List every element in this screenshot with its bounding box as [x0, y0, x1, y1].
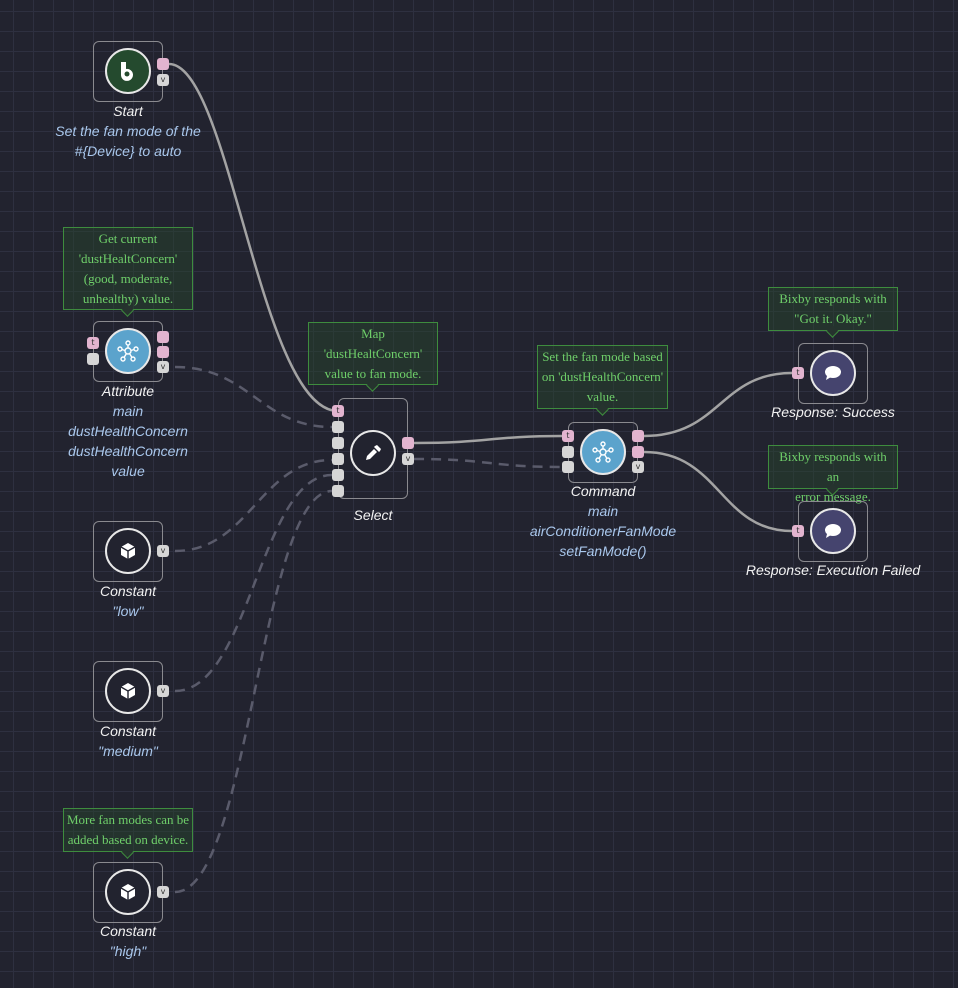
node-title: Response: Success — [771, 404, 895, 420]
high-note[interactable]: More fan modes can be added based on dev… — [63, 808, 193, 852]
start-label: Start Set the fan mode of the #{Device} … — [55, 101, 201, 161]
failed-trigger-in-port[interactable]: t — [792, 525, 804, 537]
command-node[interactable] — [568, 422, 638, 483]
start-trigger-out-port[interactable] — [157, 58, 169, 70]
node-title: Attribute — [101, 383, 155, 399]
node-title: Constant — [99, 923, 157, 939]
edge-select-command — [413, 434, 563, 445]
node-subtitle: dustHealthConcern — [68, 423, 188, 439]
select-label: Select — [354, 505, 393, 525]
attribute-node[interactable] — [93, 321, 163, 382]
command-note[interactable]: Set the fan mode based on 'dustHealthCon… — [537, 345, 668, 409]
command-failed-out-port[interactable] — [632, 446, 644, 458]
node-subtitle: setFanMode() — [559, 543, 647, 559]
node-subtitle: main — [587, 503, 619, 519]
select-value-in-port[interactable] — [332, 485, 344, 497]
low-value-out-port[interactable]: v — [157, 545, 169, 557]
attribute-trigger-out-port[interactable] — [157, 331, 169, 343]
node-subtitle: "medium" — [98, 743, 158, 759]
select-note[interactable]: Map 'dustHealtConcern' value to fan mode… — [308, 322, 438, 385]
speech-bubble-icon — [810, 350, 856, 396]
node-subtitle: main — [112, 403, 144, 419]
note-line: (good, moderate, — [83, 271, 173, 286]
constant-high-node[interactable] — [93, 862, 163, 923]
note-line: on 'dustHealthConcern' — [541, 369, 664, 384]
note-line: value to fan mode. — [324, 366, 422, 381]
command-value-out-port[interactable]: v — [632, 461, 644, 473]
node-subtitle: dustHealthConcern — [68, 443, 188, 459]
command-label: Command main airConditionerFanMode setFa… — [530, 481, 676, 561]
note-line: Bixby responds with an — [779, 449, 887, 484]
response-success-node[interactable] — [798, 343, 868, 404]
high-value-out-port[interactable]: v — [157, 886, 169, 898]
edge-select-command-value — [413, 457, 563, 469]
constant-low-label: Constant "low" — [100, 581, 156, 621]
node-title: Response: Execution Failed — [745, 562, 921, 578]
node-subtitle: Set the fan mode of the — [55, 123, 201, 139]
constant-medium-label: Constant "medium" — [98, 721, 158, 761]
start-node[interactable] — [93, 41, 163, 102]
device-network-icon — [105, 328, 151, 374]
node-title: Start — [113, 103, 143, 119]
success-label: Response: Success — [771, 402, 895, 422]
note-line: 'dustHealtConcern' — [323, 346, 423, 361]
node-title: Constant — [99, 723, 157, 739]
note-line: Map — [361, 326, 385, 341]
note-line: unhealthy) value. — [82, 291, 174, 306]
note-line: Set the fan mode based — [542, 349, 663, 364]
note-line: Get current — [98, 231, 158, 246]
select-trigger-out-port[interactable] — [402, 437, 414, 449]
attribute-label: Attribute main dustHealthConcern dustHea… — [68, 381, 188, 481]
select-value-in-port[interactable] — [332, 453, 344, 465]
success-trigger-in-port[interactable]: t — [792, 367, 804, 379]
note-line: Bixby responds with — [779, 291, 887, 306]
command-value-in-port-2[interactable] — [562, 461, 574, 473]
cube-icon — [105, 869, 151, 915]
note-line: More fan modes can be — [67, 812, 190, 827]
constant-medium-node[interactable] — [93, 661, 163, 722]
attribute-note[interactable]: Get current 'dustHealtConcern' (good, mo… — [63, 227, 193, 310]
bixby-logo-icon — [105, 48, 151, 94]
node-title: Constant — [99, 583, 157, 599]
eyedropper-icon — [350, 430, 396, 476]
device-network-icon — [580, 429, 626, 475]
select-value-in-port[interactable] — [332, 421, 344, 433]
attribute-value-out-port[interactable]: v — [157, 361, 169, 373]
constant-high-label: Constant "high" — [100, 921, 156, 961]
command-value-in-port[interactable] — [562, 446, 574, 458]
cube-icon — [105, 668, 151, 714]
note-line: "Got it. Okay." — [794, 311, 872, 326]
attribute-value-in-port[interactable] — [87, 353, 99, 365]
node-subtitle: #{Device} to auto — [74, 143, 182, 159]
command-success-out-port[interactable] — [632, 430, 644, 442]
select-value-out-port[interactable]: v — [402, 453, 414, 465]
speech-bubble-icon — [810, 508, 856, 554]
failed-note[interactable]: Bixby responds with an error message. — [768, 445, 898, 504]
node-subtitle: airConditionerFanMode — [529, 523, 677, 539]
attribute-trigger-in-port[interactable]: t — [87, 337, 99, 349]
node-title: Command — [570, 483, 636, 499]
note-line: added based on device. — [67, 832, 189, 847]
select-value-in-port[interactable] — [332, 469, 344, 481]
constant-low-node[interactable] — [93, 521, 163, 582]
select-node[interactable] — [338, 398, 408, 499]
command-trigger-in-port[interactable]: t — [562, 430, 574, 442]
node-title: Select — [353, 507, 393, 523]
select-trigger-in-port[interactable]: t — [332, 405, 344, 417]
edge-high-select — [174, 489, 333, 894]
node-subtitle: value — [111, 463, 145, 479]
response-failed-node[interactable] — [798, 501, 868, 562]
success-note[interactable]: Bixby responds with "Got it. Okay." — [768, 287, 898, 331]
cube-icon — [105, 528, 151, 574]
select-value-in-port[interactable] — [332, 437, 344, 449]
node-subtitle: "low" — [112, 603, 144, 619]
attribute-trigger-out-port-2[interactable] — [157, 346, 169, 358]
note-line: 'dustHealtConcern' — [78, 251, 178, 266]
medium-value-out-port[interactable]: v — [157, 685, 169, 697]
node-subtitle: "high" — [109, 943, 147, 959]
failed-label: Response: Execution Failed — [746, 560, 920, 580]
start-value-out-port[interactable]: v — [157, 74, 169, 86]
note-line: value. — [586, 389, 619, 404]
